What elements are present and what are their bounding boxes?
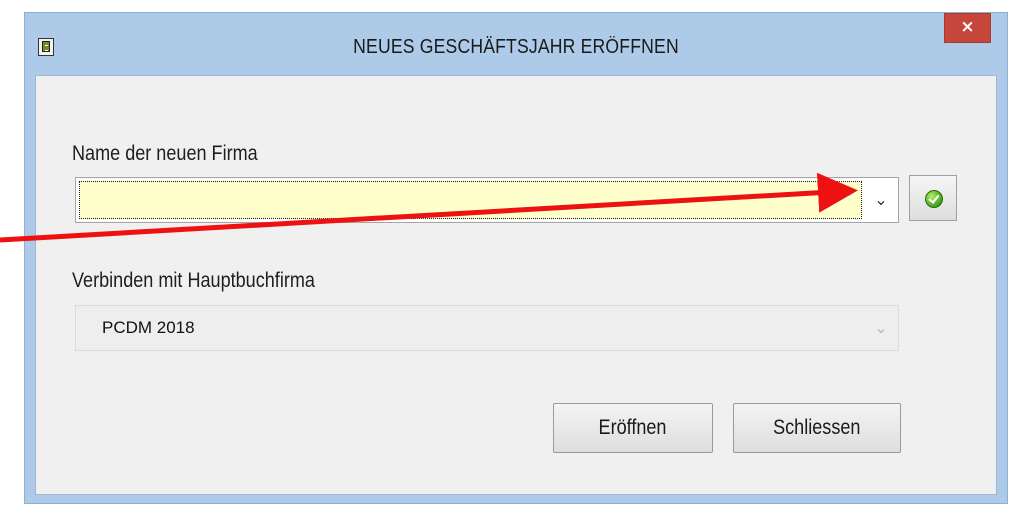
open-button[interactable]: Eröffnen <box>553 403 713 453</box>
screenshot-stage: NEUES GESCHÄFTSJAHR ERÖFFNEN × Name der … <box>0 0 1017 513</box>
ledger-company-value: PCDM 2018 <box>102 318 195 337</box>
window-title: NEUES GESCHÄFTSJAHR ERÖFFNEN <box>353 36 679 58</box>
dialog-window: NEUES GESCHÄFTSJAHR ERÖFFNEN × Name der … <box>24 12 1008 504</box>
close-icon: × <box>960 17 975 37</box>
open-button-label: Eröffnen <box>599 416 667 439</box>
company-name-combobox[interactable]: ⌄ <box>75 177 899 223</box>
app-document-icon <box>38 38 54 56</box>
chevron-down-icon[interactable]: ⌄ <box>864 306 898 350</box>
sheet-lines <box>45 45 48 51</box>
sheet-shape <box>42 41 50 52</box>
confirm-company-button[interactable] <box>909 175 957 221</box>
close-button[interactable]: Schliessen <box>733 403 901 453</box>
company-name-label: Name der neuen Firma <box>72 142 258 165</box>
close-window-button[interactable]: × <box>944 13 991 43</box>
chevron-down-icon[interactable]: ⌄ <box>864 178 898 222</box>
ledger-company-label: Verbinden mit Hauptbuchfirma <box>72 269 315 292</box>
dialog-client-area: Name der neuen Firma ⌄ Verbinden mit Hau… <box>35 75 997 495</box>
title-bar[interactable]: NEUES GESCHÄFTSJAHR ERÖFFNEN × <box>25 13 1007 75</box>
ledger-company-combobox[interactable]: PCDM 2018 ⌄ <box>75 305 899 351</box>
close-button-label: Schliessen <box>773 416 861 439</box>
green-check-icon <box>925 190 943 208</box>
company-name-input[interactable] <box>79 181 862 219</box>
